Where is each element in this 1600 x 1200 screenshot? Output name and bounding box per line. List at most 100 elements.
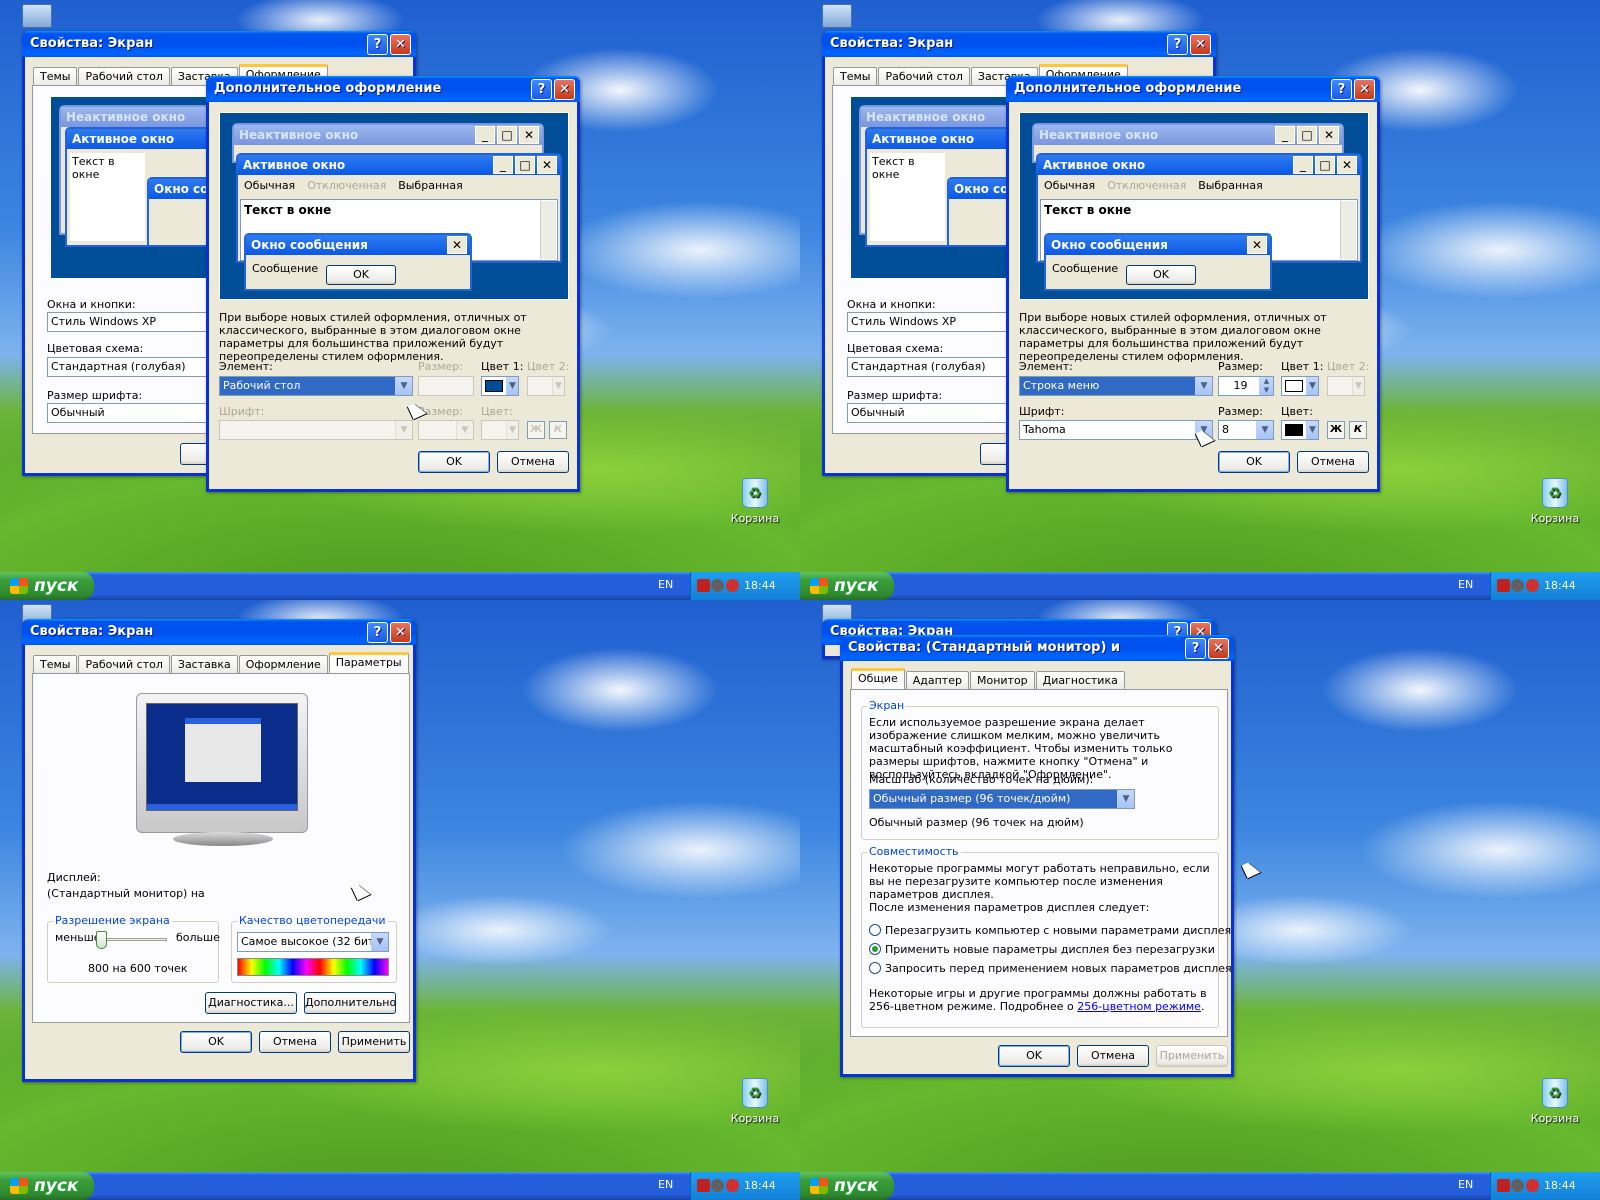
advanced-button[interactable]: Дополнительно	[304, 992, 396, 1014]
help-button[interactable]: ?	[1185, 638, 1206, 659]
dialog-titlebar[interactable]: Дополнительное оформление ? ✕	[206, 76, 580, 102]
font-color-picker[interactable]: ▼	[481, 420, 519, 440]
cancel-button[interactable]: Отмена	[1297, 451, 1369, 473]
volume-icon[interactable]	[1511, 1179, 1524, 1192]
tab-adapter[interactable]: Адаптер	[905, 671, 969, 689]
font-size-select[interactable]: Обычный	[847, 403, 1017, 423]
radio-apply-without-restart[interactable]	[869, 943, 881, 955]
my-computer-icon[interactable]	[822, 4, 852, 28]
radio-ask[interactable]	[869, 962, 881, 974]
security-shield-icon[interactable]	[1526, 579, 1539, 592]
recycle-bin[interactable]: Корзина	[725, 478, 785, 525]
start-button[interactable]: пуск	[800, 1172, 894, 1200]
dialog-titlebar[interactable]: Свойства: (Стандартный монитор) и ? ✕	[840, 635, 1234, 661]
tab-troubleshoot[interactable]: Диагностика	[1035, 671, 1125, 689]
cancel-button[interactable]: Отмена	[1077, 1045, 1149, 1067]
tab-desktop[interactable]: Рабочий стол	[878, 67, 970, 85]
ok-button[interactable]: OK	[998, 1045, 1070, 1067]
element-select[interactable]: Строка меню ▼	[1019, 376, 1213, 396]
start-button[interactable]: пуск	[800, 572, 894, 600]
element-select[interactable]: Рабочий стол ▼	[219, 376, 413, 396]
my-computer-icon[interactable]	[22, 4, 52, 28]
cancel-button[interactable]: Отмена	[497, 451, 569, 473]
italic-button[interactable]: К	[549, 421, 567, 439]
dpi-select[interactable]: Обычный размер (96 точек/дюйм) ▼	[869, 789, 1135, 809]
ok-button[interactable]: OK	[418, 451, 490, 473]
dialog-titlebar[interactable]: Дополнительное оформление ? ✕	[1006, 76, 1380, 102]
tab-themes[interactable]: Темы	[833, 67, 878, 85]
network-icon[interactable]	[1497, 579, 1510, 592]
window-titlebar[interactable]: Свойства: Экран ? ✕	[22, 619, 416, 645]
ok-button[interactable]: OK	[1218, 451, 1290, 473]
font-select[interactable]: Tahoma ▼	[1019, 420, 1213, 440]
windows-buttons-select[interactable]: Стиль Windows XP	[847, 312, 1017, 332]
radio-restart-label[interactable]: Перезагрузить компьютер с новыми парамет…	[885, 924, 1231, 937]
bold-button[interactable]: Ж	[527, 421, 545, 439]
tab-settings[interactable]: Параметры	[328, 652, 409, 673]
256-color-link[interactable]: 256-цветном режиме	[1077, 1000, 1201, 1013]
color-scheme-select[interactable]: Стандартная (голубая)	[847, 357, 1017, 377]
volume-icon[interactable]	[1511, 579, 1524, 592]
help-button[interactable]: ?	[1331, 79, 1352, 100]
clock[interactable]: 18:44	[1544, 1179, 1576, 1192]
tab-general[interactable]: Общие	[851, 668, 905, 689]
close-button[interactable]: ✕	[1190, 34, 1211, 55]
clock[interactable]: 18:44	[1544, 579, 1576, 592]
chevron-down-icon[interactable]: ▼	[1195, 377, 1212, 395]
network-icon[interactable]	[697, 579, 710, 592]
help-button[interactable]: ?	[531, 79, 552, 100]
security-shield-icon[interactable]	[726, 1179, 739, 1192]
radio-restart[interactable]	[869, 924, 881, 936]
font-color-picker[interactable]: ▼	[1281, 420, 1319, 440]
chevron-down-icon[interactable]: ▼	[1117, 790, 1134, 808]
font-size-select[interactable]: ▼	[418, 420, 474, 440]
color-scheme-select[interactable]: Стандартная (голубая)	[47, 357, 217, 377]
tab-themes[interactable]: Темы	[33, 655, 78, 673]
italic-button[interactable]: К	[1349, 421, 1367, 439]
close-button[interactable]: ✕	[554, 79, 575, 100]
ok-button[interactable]: OK	[180, 1031, 252, 1053]
clock[interactable]: 18:44	[744, 1179, 776, 1192]
network-icon[interactable]	[1497, 1179, 1510, 1192]
radio-ask-label[interactable]: Запросить перед применением новых параме…	[885, 962, 1232, 975]
help-button[interactable]: ?	[367, 34, 388, 55]
security-shield-icon[interactable]	[726, 579, 739, 592]
color1-picker[interactable]: ▼	[481, 376, 519, 396]
window-titlebar[interactable]: Свойства: Экран ? ✕	[822, 31, 1216, 57]
color1-picker[interactable]: ▼	[1281, 376, 1319, 396]
font-size-select[interactable]: 8 ▼	[1218, 420, 1274, 440]
language-indicator[interactable]: EN	[1458, 578, 1473, 591]
color2-picker[interactable]: ▼	[1327, 376, 1365, 396]
windows-buttons-select[interactable]: Стиль Windows XP	[47, 312, 217, 332]
volume-icon[interactable]	[711, 1179, 724, 1192]
close-button[interactable]: ✕	[390, 622, 411, 643]
recycle-bin[interactable]: Корзина	[1525, 1078, 1585, 1125]
security-shield-icon[interactable]	[1526, 1179, 1539, 1192]
bold-button[interactable]: Ж	[1327, 421, 1345, 439]
clock[interactable]: 18:44	[744, 579, 776, 592]
troubleshoot-button[interactable]: Диагностика...	[205, 992, 297, 1014]
volume-icon[interactable]	[711, 579, 724, 592]
font-size-select[interactable]: Обычный	[47, 403, 217, 423]
tab-desktop[interactable]: Рабочий стол	[78, 67, 170, 85]
appearance-preview[interactable]: Неактивное окно _ □ ✕ Активное окно _ □ ✕ Об…	[1019, 112, 1369, 300]
resolution-slider-track[interactable]	[101, 938, 167, 941]
recycle-bin[interactable]: Корзина	[725, 1078, 785, 1125]
language-indicator[interactable]: EN	[658, 578, 673, 591]
tab-themes[interactable]: Темы	[33, 67, 78, 85]
cancel-button[interactable]: Отмена	[259, 1031, 331, 1053]
window-titlebar[interactable]: Свойства: Экран ? ✕	[22, 31, 416, 57]
font-select[interactable]: ▼	[219, 420, 413, 440]
color2-picker[interactable]: ▼	[527, 376, 565, 396]
apply-button[interactable]: Применить	[1156, 1045, 1228, 1067]
network-icon[interactable]	[697, 1179, 710, 1192]
tab-desktop[interactable]: Рабочий стол	[78, 655, 170, 673]
language-indicator[interactable]: EN	[658, 1178, 673, 1191]
start-button[interactable]: пуск	[0, 1172, 94, 1200]
close-button[interactable]: ✕	[1354, 79, 1375, 100]
recycle-bin[interactable]: Корзина	[1525, 478, 1585, 525]
chevron-down-icon[interactable]: ▼	[395, 377, 412, 395]
apply-button[interactable]: Применить	[338, 1031, 410, 1053]
close-button[interactable]: ✕	[1208, 638, 1229, 659]
appearance-preview[interactable]: Неактивное окно _ □ ✕ Активное окно _ □ ✕ Об…	[219, 112, 569, 300]
